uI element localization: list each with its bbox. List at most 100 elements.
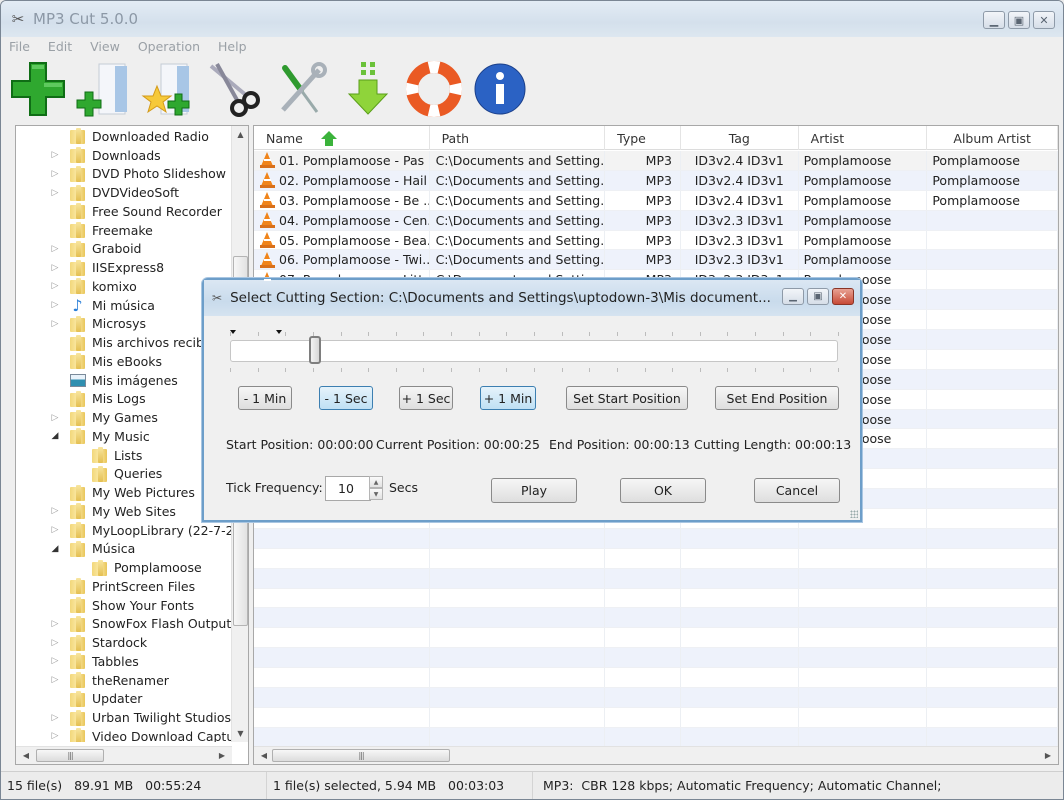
cut-button[interactable] [207, 60, 265, 118]
tree-item[interactable]: ▷MyLoopLibrary (22-7-201 [50, 521, 232, 540]
tree-item[interactable]: ▷DVD Photo Slideshow [50, 165, 226, 184]
column-header-artist[interactable]: Artist [799, 126, 928, 150]
expand-arrow-icon[interactable]: ▷ [50, 150, 60, 160]
expand-arrow-icon[interactable]: ▷ [50, 731, 60, 741]
table-row[interactable]: 04. Pomplamoose - Cen...C:\Documents and… [254, 211, 1058, 231]
tree-item[interactable]: Show Your Fonts [50, 596, 194, 615]
column-header-type[interactable]: Type [605, 126, 681, 150]
tree-item[interactable]: ▷Stardock [50, 633, 147, 652]
scroll-up-icon[interactable]: ▲ [232, 126, 249, 143]
expand-arrow-icon[interactable]: ▷ [50, 244, 60, 254]
tree-item[interactable]: PrintScreen Files [50, 577, 195, 596]
tree-item[interactable]: ◢My Music [50, 427, 150, 446]
set-start-position-button[interactable]: Set Start Position [566, 386, 688, 410]
tree-item[interactable]: Mis eBooks [50, 352, 162, 371]
table-row[interactable] [254, 628, 1058, 648]
dialog-minimize-button[interactable]: ▁ [782, 288, 804, 305]
tree-item[interactable]: ▷IISExpress8 [50, 258, 164, 277]
tree-item[interactable]: Downloaded Radio [50, 127, 209, 146]
table-row[interactable] [254, 529, 1058, 549]
tree-item[interactable]: Updater [50, 690, 142, 709]
menu-file[interactable]: File [7, 39, 32, 54]
tree-horizontal-scrollbar[interactable]: ◀ ||| ▶ [16, 746, 232, 764]
column-header-name[interactable]: Name [254, 126, 430, 150]
expand-arrow-icon[interactable]: ▷ [50, 300, 60, 310]
expand-arrow-icon[interactable]: ▷ [50, 525, 60, 535]
table-row[interactable] [254, 688, 1058, 708]
tree-item[interactable]: Queries [72, 465, 162, 484]
minus-1-sec-button[interactable]: - 1 Sec [319, 386, 373, 410]
tree-item[interactable]: Lists [72, 446, 142, 465]
ok-button[interactable]: OK [620, 478, 706, 503]
expand-arrow-icon[interactable]: ▷ [50, 263, 60, 273]
tree-item[interactable]: ▷♪Mi música [50, 296, 155, 315]
tree-item[interactable]: ▷Microsys [50, 315, 146, 334]
expand-arrow-icon[interactable]: ▷ [50, 638, 60, 648]
expand-arrow-icon[interactable]: ▷ [50, 506, 60, 516]
plus-1-min-button[interactable]: + 1 Min [480, 386, 536, 410]
set-end-position-button[interactable]: Set End Position [715, 386, 839, 410]
tree-item[interactable]: ▷theRenamer [50, 671, 169, 690]
maximize-button[interactable]: ▣ [1008, 11, 1030, 29]
collapse-arrow-icon[interactable]: ◢ [50, 431, 60, 441]
position-slider-thumb[interactable] [309, 336, 321, 364]
options-button[interactable] [273, 60, 331, 118]
table-row[interactable]: 02. Pomplamoose - Hail ...C:\Documents a… [254, 171, 1058, 191]
expand-arrow-icon[interactable]: ▷ [50, 319, 60, 329]
minus-1-min-button[interactable]: - 1 Min [238, 386, 292, 410]
add-files-button[interactable] [9, 60, 67, 118]
scroll-right-icon[interactable]: ▶ [1040, 747, 1056, 764]
spin-down-icon[interactable]: ▼ [369, 488, 383, 500]
spin-up-icon[interactable]: ▲ [369, 476, 383, 488]
scroll-right-icon[interactable]: ▶ [214, 747, 230, 764]
download-button[interactable] [339, 60, 397, 118]
table-row[interactable] [254, 549, 1058, 569]
add-favorites-button[interactable] [141, 60, 199, 118]
column-header-path[interactable]: Path [430, 126, 606, 150]
table-row[interactable]: 05. Pomplamoose - Bea...C:\Documents and… [254, 231, 1058, 251]
table-row[interactable] [254, 589, 1058, 609]
tree-item[interactable]: ▷Downloads [50, 146, 161, 165]
menu-operation[interactable]: Operation [136, 39, 202, 54]
tick-frequency-input[interactable]: 10 [325, 476, 371, 501]
tree-item[interactable]: Mis imágenes [50, 371, 178, 390]
tree-item[interactable]: ▷Graboid [50, 240, 141, 259]
tree-item[interactable]: ▷My Web Sites [50, 502, 176, 521]
tree-item[interactable]: ▷SnowFox Flash Outputs [50, 615, 232, 634]
scroll-left-icon[interactable]: ◀ [256, 747, 272, 764]
table-horizontal-scrollbar[interactable]: ◀ ||| ▶ [254, 746, 1058, 764]
table-row[interactable] [254, 728, 1058, 748]
tree-item[interactable]: ▷komixo [50, 277, 137, 296]
expand-arrow-icon[interactable]: ▷ [50, 619, 60, 629]
dialog-maximize-button[interactable]: ▣ [807, 288, 829, 305]
menu-edit[interactable]: Edit [46, 39, 74, 54]
tree-hscroll-thumb[interactable]: ||| [36, 749, 104, 762]
tree-item[interactable]: ▷Urban Twilight Studios [50, 708, 231, 727]
about-button[interactable] [471, 60, 529, 118]
table-row[interactable]: 03. Pomplamoose - Be ...C:\Documents and… [254, 191, 1058, 211]
expand-arrow-icon[interactable]: ▷ [50, 675, 60, 685]
table-row[interactable] [254, 569, 1058, 589]
dialog-close-button[interactable]: ✕ [832, 288, 854, 305]
column-header-tag[interactable]: Tag [681, 126, 799, 150]
table-row[interactable] [254, 708, 1058, 728]
tree-item[interactable]: My Web Pictures [50, 483, 195, 502]
close-button[interactable]: ✕ [1033, 11, 1055, 29]
cancel-button[interactable]: Cancel [754, 478, 840, 503]
scroll-down-icon[interactable]: ▼ [232, 725, 249, 742]
expand-arrow-icon[interactable]: ▷ [50, 713, 60, 723]
table-row[interactable]: 06. Pomplamoose - Twi...C:\Documents and… [254, 250, 1058, 270]
collapse-arrow-icon[interactable]: ◢ [50, 544, 60, 554]
resize-grip-icon[interactable] [850, 510, 858, 518]
play-button[interactable]: Play [491, 478, 577, 503]
tree-item[interactable]: Pomplamoose [72, 558, 202, 577]
menu-help[interactable]: Help [216, 39, 249, 54]
tree-item[interactable]: Freemake [50, 221, 153, 240]
tree-item[interactable]: ▷DVDVideoSoft [50, 183, 179, 202]
scroll-left-icon[interactable]: ◀ [18, 747, 34, 764]
expand-arrow-icon[interactable]: ▷ [50, 281, 60, 291]
plus-1-sec-button[interactable]: + 1 Sec [399, 386, 453, 410]
table-row[interactable] [254, 668, 1058, 688]
tree-item[interactable]: Mis Logs [50, 390, 146, 409]
minimize-button[interactable]: ▁ [983, 11, 1005, 29]
